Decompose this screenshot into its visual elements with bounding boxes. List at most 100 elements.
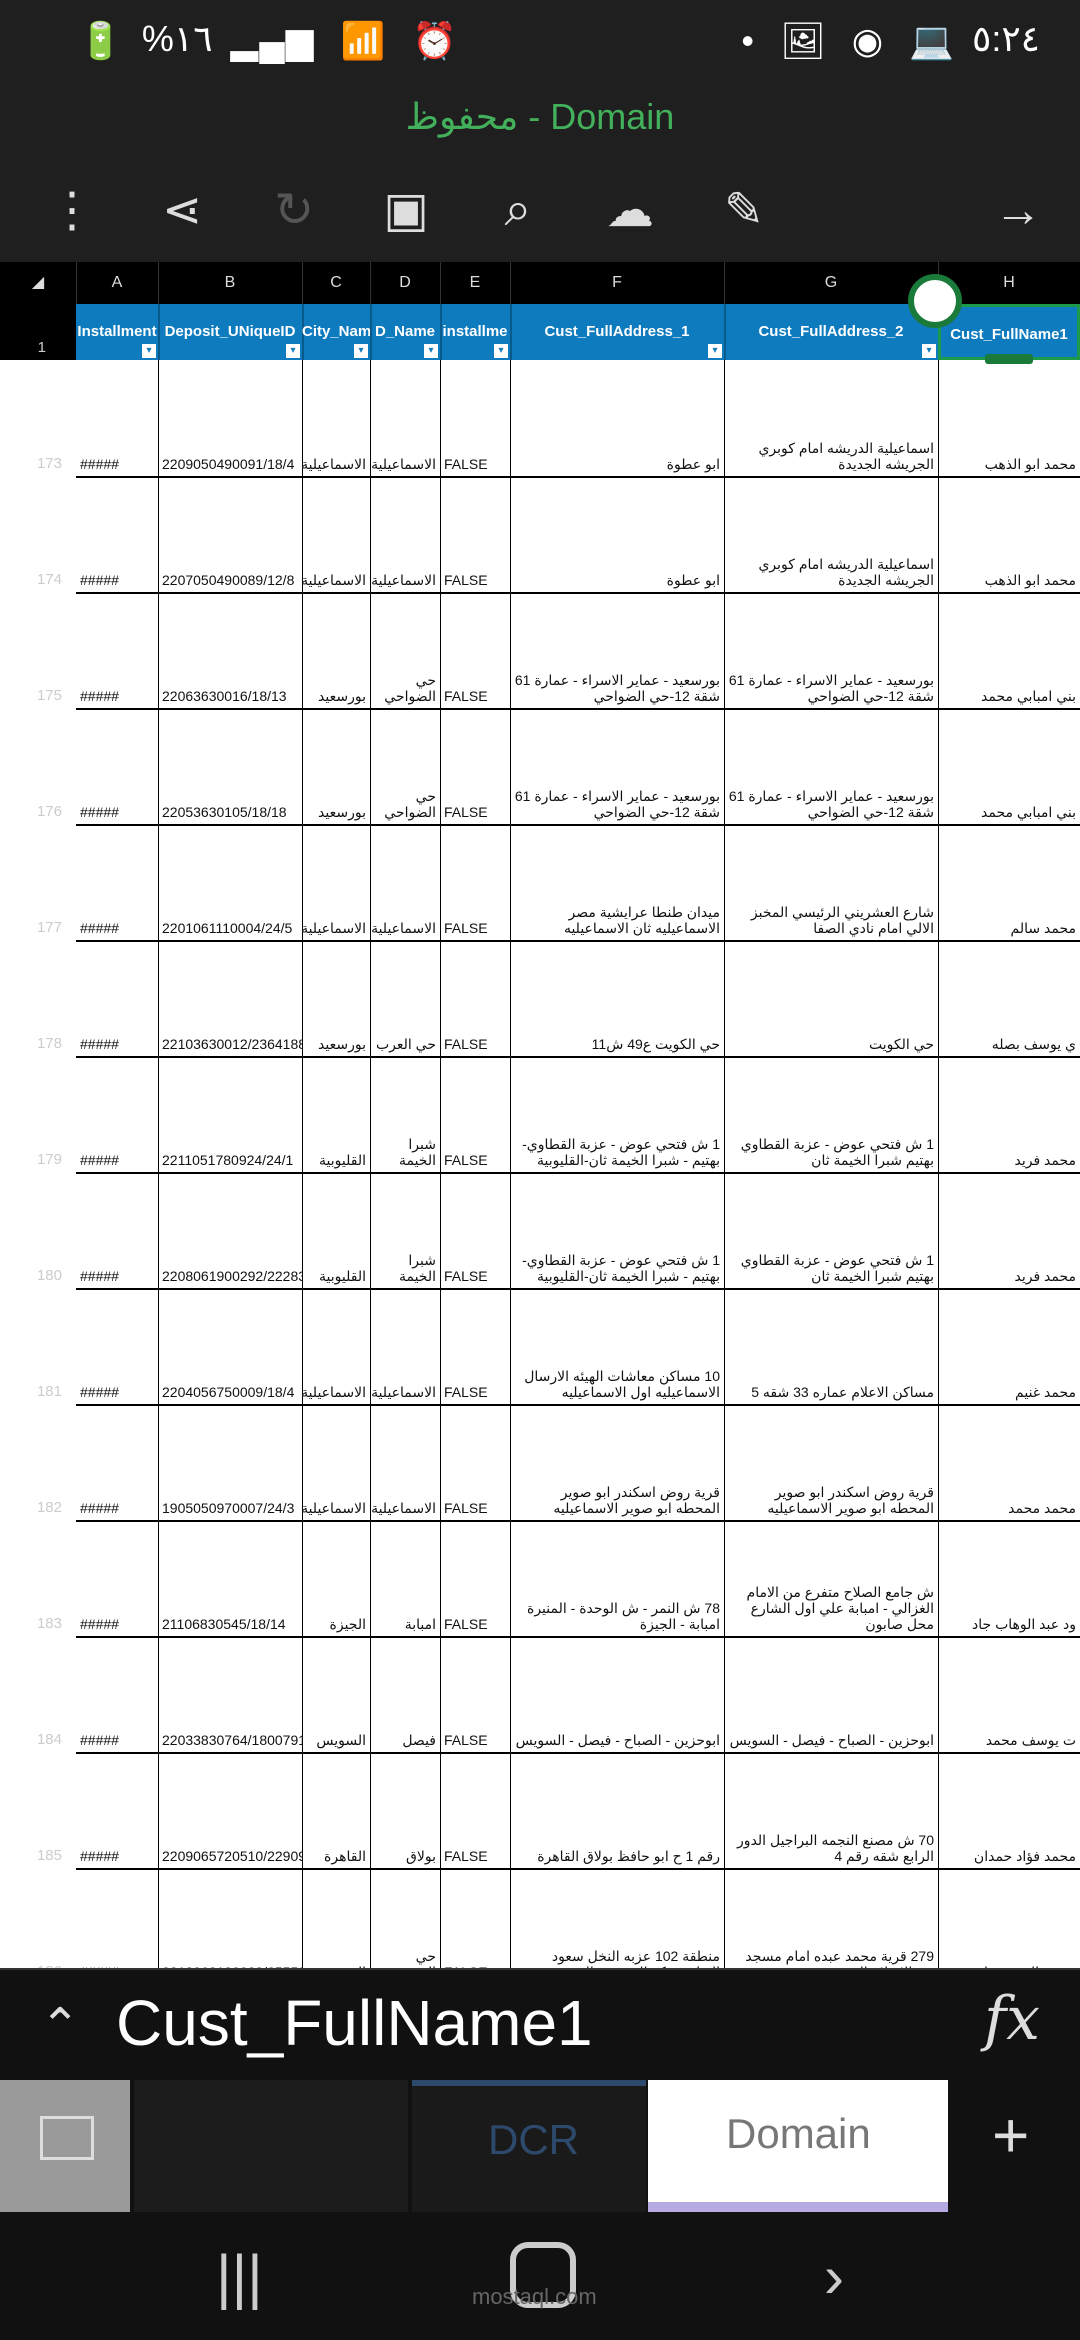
cell-f[interactable]: بورسعيد - عماير الاسراء - عمارة 61 شقة 1…: [510, 708, 725, 824]
cell-e[interactable]: FALSE: [440, 1636, 511, 1752]
cell-e[interactable]: FALSE: [440, 1404, 511, 1520]
add-sheet-button[interactable]: +: [950, 2080, 1080, 2212]
row-number[interactable]: 183: [0, 1520, 76, 1636]
cell-b[interactable]: 2207050490089/12/8: [158, 476, 303, 592]
cell-g[interactable]: 70 ش مصنع النجمه البراجيل الدور الرابع ش…: [724, 1752, 939, 1868]
chevron-up-icon[interactable]: ⌃: [40, 1998, 80, 2054]
cell-e[interactable]: FALSE: [440, 476, 511, 592]
cell-h[interactable]: بني امبابي محمد: [938, 592, 1080, 708]
cell-h[interactable]: محمد فريد: [938, 1056, 1080, 1172]
draw-icon[interactable]: ✎: [712, 178, 776, 242]
tab-domain[interactable]: Domain: [648, 2080, 948, 2212]
cell-g[interactable]: 1 ش فتحي عوض - عزبة القطاوي بهتيم شبرا ا…: [724, 1056, 939, 1172]
filter-dropdown-icon[interactable]: ▾: [424, 344, 438, 358]
tab-dcr[interactable]: DCR: [412, 2080, 646, 2212]
row-number[interactable]: 182: [0, 1404, 76, 1520]
fx-icon[interactable]: fx: [984, 1984, 1040, 2054]
column-header-d[interactable]: D: [370, 262, 441, 304]
cell-e[interactable]: FALSE: [440, 592, 511, 708]
cell-f[interactable]: 10 مساكن معاشات الهيئه الارسال الاسماعيل…: [510, 1288, 725, 1404]
cell-b[interactable]: 22053630105/18/18: [158, 708, 303, 824]
cell-f[interactable]: قرية روض اسكندر ابو صوير المحطه ابو صوير…: [510, 1404, 725, 1520]
cell-h[interactable]: محمد محمد: [938, 1404, 1080, 1520]
row-number[interactable]: 174: [0, 476, 76, 592]
cell-b[interactable]: 22033830764/1800791/18/3: [158, 1636, 303, 1752]
cell-h[interactable]: ود عبد الوهاب جاد: [938, 1520, 1080, 1636]
cell-c[interactable]: القليوبية: [302, 1172, 371, 1288]
row-number[interactable]: 177: [0, 824, 76, 940]
row-number[interactable]: 176: [0, 708, 76, 824]
cell-c[interactable]: الاسماعيلية: [302, 824, 371, 940]
cell-g[interactable]: حي الكويت: [724, 940, 939, 1056]
row-number[interactable]: 175: [0, 592, 76, 708]
cloud-upload-icon[interactable]: ☁: [598, 178, 662, 242]
column-header-g[interactable]: G: [724, 262, 939, 304]
cell-h[interactable]: محمد غنيم: [938, 1288, 1080, 1404]
cell-d[interactable]: الاسماعيلية: [370, 1288, 441, 1404]
cell-a[interactable]: #####: [76, 1636, 159, 1752]
cell-f[interactable]: ابوحزين - الصباح - فيصل - السويس: [510, 1636, 725, 1752]
cell-g[interactable]: شارع العشريني الرئيسي المخبز الالي امام …: [724, 824, 939, 940]
row-number[interactable]: 180: [0, 1172, 76, 1288]
cell-c[interactable]: الاسماعيلية: [302, 360, 371, 476]
cell-e[interactable]: FALSE: [440, 360, 511, 476]
column-header-a[interactable]: A: [76, 262, 159, 304]
cell-d[interactable]: حي العرب: [370, 940, 441, 1056]
cell-f[interactable]: 1 ش فتحي عوض - عزبة القطاوي- بهتيم - شبر…: [510, 1056, 725, 1172]
field-d-name[interactable]: D_Name ▾: [370, 304, 442, 360]
back-icon[interactable]: ›: [824, 2242, 844, 2311]
cell-c[interactable]: بورسعيد: [302, 940, 371, 1056]
cell-e[interactable]: FALSE: [440, 1520, 511, 1636]
cell-c[interactable]: السويس: [302, 1868, 371, 1968]
field-deposit-uniqueid[interactable]: Deposit_UNiqueID ▾: [158, 304, 304, 360]
row-number[interactable]: 178: [0, 940, 76, 1056]
cell-e[interactable]: FALSE: [440, 708, 511, 824]
cell-e[interactable]: FALSE: [440, 1752, 511, 1868]
cell-a[interactable]: #####: [76, 1404, 159, 1520]
cell-f[interactable]: 1 ش فتحي عوض - عزبة القطاوي- بهتيم - شبر…: [510, 1172, 725, 1288]
cell-d[interactable]: امبابة: [370, 1520, 441, 1636]
cell-e[interactable]: FALSE: [440, 1288, 511, 1404]
row-number[interactable]: 184: [0, 1636, 76, 1752]
cell-a[interactable]: #####: [76, 1288, 159, 1404]
cell-e[interactable]: FALSE: [440, 940, 511, 1056]
more-vert-icon[interactable]: ⋮: [40, 178, 104, 242]
cell-d[interactable]: حي السويس: [370, 1868, 441, 1968]
cell-f[interactable]: ميدان طنطا عرايشية مصر الاسماعيليه ثان ا…: [510, 824, 725, 940]
cell-b[interactable]: 22103630012/2364188/18/3: [158, 940, 303, 1056]
row-number[interactable]: 181: [0, 1288, 76, 1404]
cell-b[interactable]: 2211051780924/24/1: [158, 1056, 303, 1172]
cell-a[interactable]: #####: [76, 824, 159, 940]
row-number[interactable]: 185: [0, 1752, 76, 1868]
field-installme[interactable]: installme ▾: [440, 304, 512, 360]
filter-dropdown-icon[interactable]: ▾: [286, 344, 300, 358]
cell-h[interactable]: محمد فؤاد حمدان: [938, 1752, 1080, 1868]
cell-c[interactable]: القليوبية: [302, 1056, 371, 1172]
cell-g[interactable]: ابوحزين - الصباح - فيصل - السويس: [724, 1636, 939, 1752]
cell-c[interactable]: الاسماعيلية: [302, 1288, 371, 1404]
cell-a[interactable]: #####: [76, 1868, 159, 1968]
cell-a[interactable]: #####: [76, 940, 159, 1056]
cell-d[interactable]: شبرا الخيمة: [370, 1056, 441, 1172]
redo-icon[interactable]: ↻: [262, 178, 326, 242]
cell-d[interactable]: حي الضواحي: [370, 708, 441, 824]
cell-c[interactable]: الجيزة: [302, 1520, 371, 1636]
cell-a[interactable]: #####: [76, 708, 159, 824]
cell-e[interactable]: FALSE: [440, 1868, 511, 1968]
cell-c[interactable]: بورسعيد: [302, 592, 371, 708]
cell-a[interactable]: #####: [76, 1172, 159, 1288]
cell-a[interactable]: #####: [76, 1752, 159, 1868]
cell-g[interactable]: 279 قرية محمد عبده امام مسجد نور الاسلام…: [724, 1868, 939, 1968]
cell-h[interactable]: ت يوسف محمد: [938, 1636, 1080, 1752]
cell-f[interactable]: ابو عطوة: [510, 476, 725, 592]
cell-g[interactable]: مساكن الاعلام عماره 33 شقه 5: [724, 1288, 939, 1404]
cell-h[interactable]: يم عبدالعزيز عباس: [938, 1868, 1080, 1968]
filter-dropdown-icon[interactable]: ▾: [922, 344, 936, 358]
row-number[interactable]: 186: [0, 1868, 76, 1968]
cell-d[interactable]: الاسماعيلية: [370, 360, 441, 476]
cell-c[interactable]: السويس: [302, 1636, 371, 1752]
cell-d[interactable]: بولاق: [370, 1752, 441, 1868]
cell-d[interactable]: حي الضواحي: [370, 592, 441, 708]
cell-c[interactable]: بورسعيد: [302, 708, 371, 824]
cell-b[interactable]: 21106830545/18/14: [158, 1520, 303, 1636]
